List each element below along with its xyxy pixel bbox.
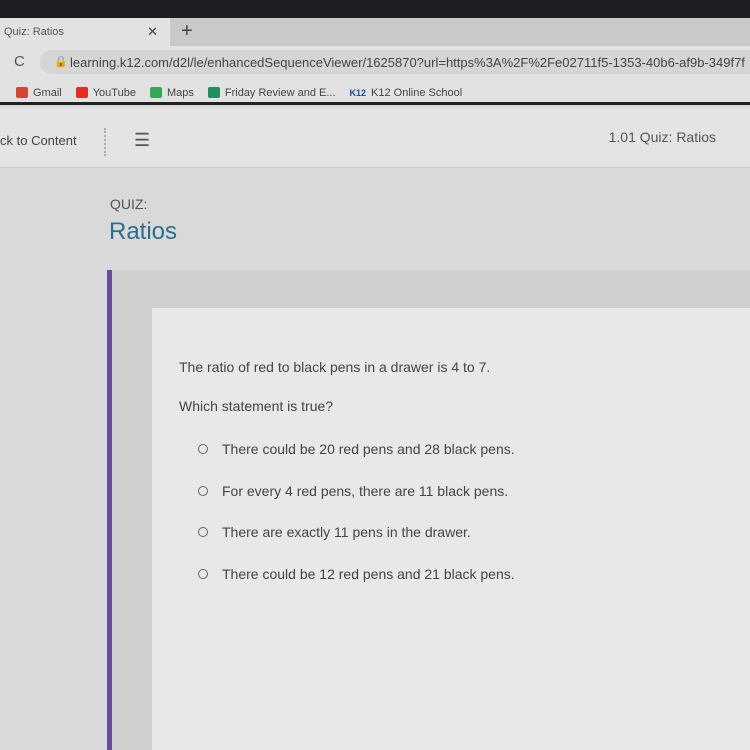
close-icon[interactable]: ✕ [147, 24, 158, 40]
quiz-label: QUIZ: [110, 196, 148, 212]
bookmark-gmail[interactable]: Gmail [16, 83, 62, 102]
url-field[interactable]: 🔒 learning.k12.com/d2l/le/enhancedSequen… [40, 50, 750, 74]
option-label: There could be 20 red pens and 28 black … [222, 441, 515, 457]
answer-option[interactable]: There could be 12 red pens and 21 black … [198, 566, 515, 582]
answer-option[interactable]: There could be 20 red pens and 28 black … [198, 441, 515, 457]
k12-icon: K12 [349, 87, 367, 98]
bookmark-youtube[interactable]: YouTube [75, 83, 136, 102]
radio-button[interactable] [198, 569, 208, 579]
bookmark-k12[interactable]: K12 K12 Online School [350, 83, 463, 102]
option-label: For every 4 red pens, there are 11 black… [222, 483, 509, 499]
gmail-icon [16, 87, 28, 98]
bookmark-friday-review[interactable]: Friday Review and E... [207, 83, 336, 102]
tab-strip: Quiz: Ratios ✕ + [0, 18, 750, 46]
url-text: learning.k12.com/d2l/le/enhancedSequence… [70, 55, 745, 70]
bookmark-maps[interactable]: Maps [149, 83, 194, 102]
radio-button[interactable] [198, 444, 208, 454]
bookmark-label: Maps [166, 86, 194, 99]
tab-title: Quiz: Ratios [4, 26, 64, 38]
lock-icon: 🔒 [54, 56, 68, 68]
bookmark-label: Gmail [33, 86, 62, 99]
radio-button[interactable] [198, 527, 208, 537]
bookmarks-bar: Gmail YouTube Maps Friday Review and E..… [0, 78, 750, 105]
divider [104, 128, 106, 156]
sheets-icon [207, 87, 220, 98]
bookmark-label: K12 Online School [371, 86, 463, 99]
screen-bezel [0, 0, 750, 18]
reload-icon[interactable]: C [14, 53, 25, 70]
answer-option[interactable]: There are exactly 11 pens in the drawer. [198, 524, 471, 540]
radio-button[interactable] [198, 486, 208, 496]
back-to-content-link[interactable]: ck to Content [0, 133, 77, 148]
question-prompt: Which statement is true? [179, 398, 334, 414]
browser-tab[interactable]: Quiz: Ratios ✕ [0, 18, 170, 46]
page-title: Ratios [109, 218, 178, 245]
new-tab-icon[interactable]: + [181, 20, 193, 43]
option-label: There are exactly 11 pens in the drawer. [222, 524, 471, 540]
bookmark-label: Friday Review and E... [224, 86, 336, 99]
option-label: There could be 12 red pens and 21 black … [222, 566, 515, 582]
answer-option[interactable]: For every 4 red pens, there are 11 black… [198, 483, 508, 499]
content-navbar: ck to Content ☰ 1.01 Quiz: Ratios [0, 108, 750, 168]
hamburger-menu-icon[interactable]: ☰ [134, 130, 150, 151]
maps-icon [149, 87, 162, 98]
bookmark-label: YouTube [92, 86, 136, 99]
question-text: The ratio of red to black pens in a draw… [179, 359, 491, 375]
youtube-icon [75, 87, 88, 98]
address-bar-row: C 🔒 learning.k12.com/d2l/le/enhancedSequ… [0, 46, 750, 78]
breadcrumb: 1.01 Quiz: Ratios [608, 129, 716, 145]
